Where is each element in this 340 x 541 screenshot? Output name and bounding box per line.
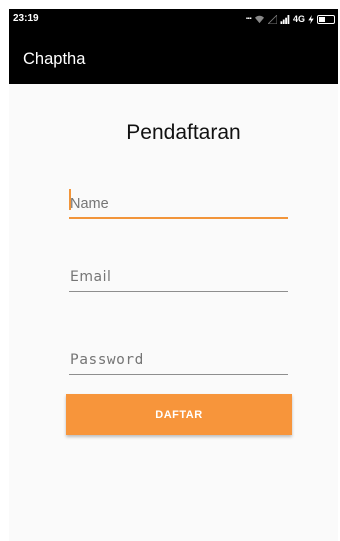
password-field-underline [69, 374, 288, 375]
password-field[interactable] [69, 345, 288, 375]
signal-icon [280, 14, 290, 24]
battery-icon [317, 14, 335, 24]
form-title: Pendaftaran [126, 121, 241, 144]
network-type: 4G [292, 14, 305, 24]
email-field[interactable] [69, 262, 288, 292]
battery-level [319, 16, 325, 22]
status-time: 23:19 [13, 13, 39, 24]
text-cursor [69, 189, 71, 210]
name-field-underline [69, 217, 288, 219]
phone-screen: 23:19 ... 4G Chaptha Pendaftaran Name Em… [9, 9, 338, 541]
app-bar: Chaptha [9, 31, 338, 84]
charging-icon [308, 14, 314, 24]
signal-empty-icon [267, 14, 277, 24]
status-icons: ... 4G [246, 12, 335, 26]
status-bar: 23:19 ... 4G [9, 9, 338, 31]
wifi-icon [254, 15, 264, 23]
app-title: Chaptha [23, 50, 86, 68]
notification-dots-icon: ... [245, 11, 252, 22]
daftar-button[interactable]: DAFTAR [66, 394, 292, 435]
name-field[interactable] [69, 189, 288, 219]
email-field-underline [69, 291, 288, 292]
